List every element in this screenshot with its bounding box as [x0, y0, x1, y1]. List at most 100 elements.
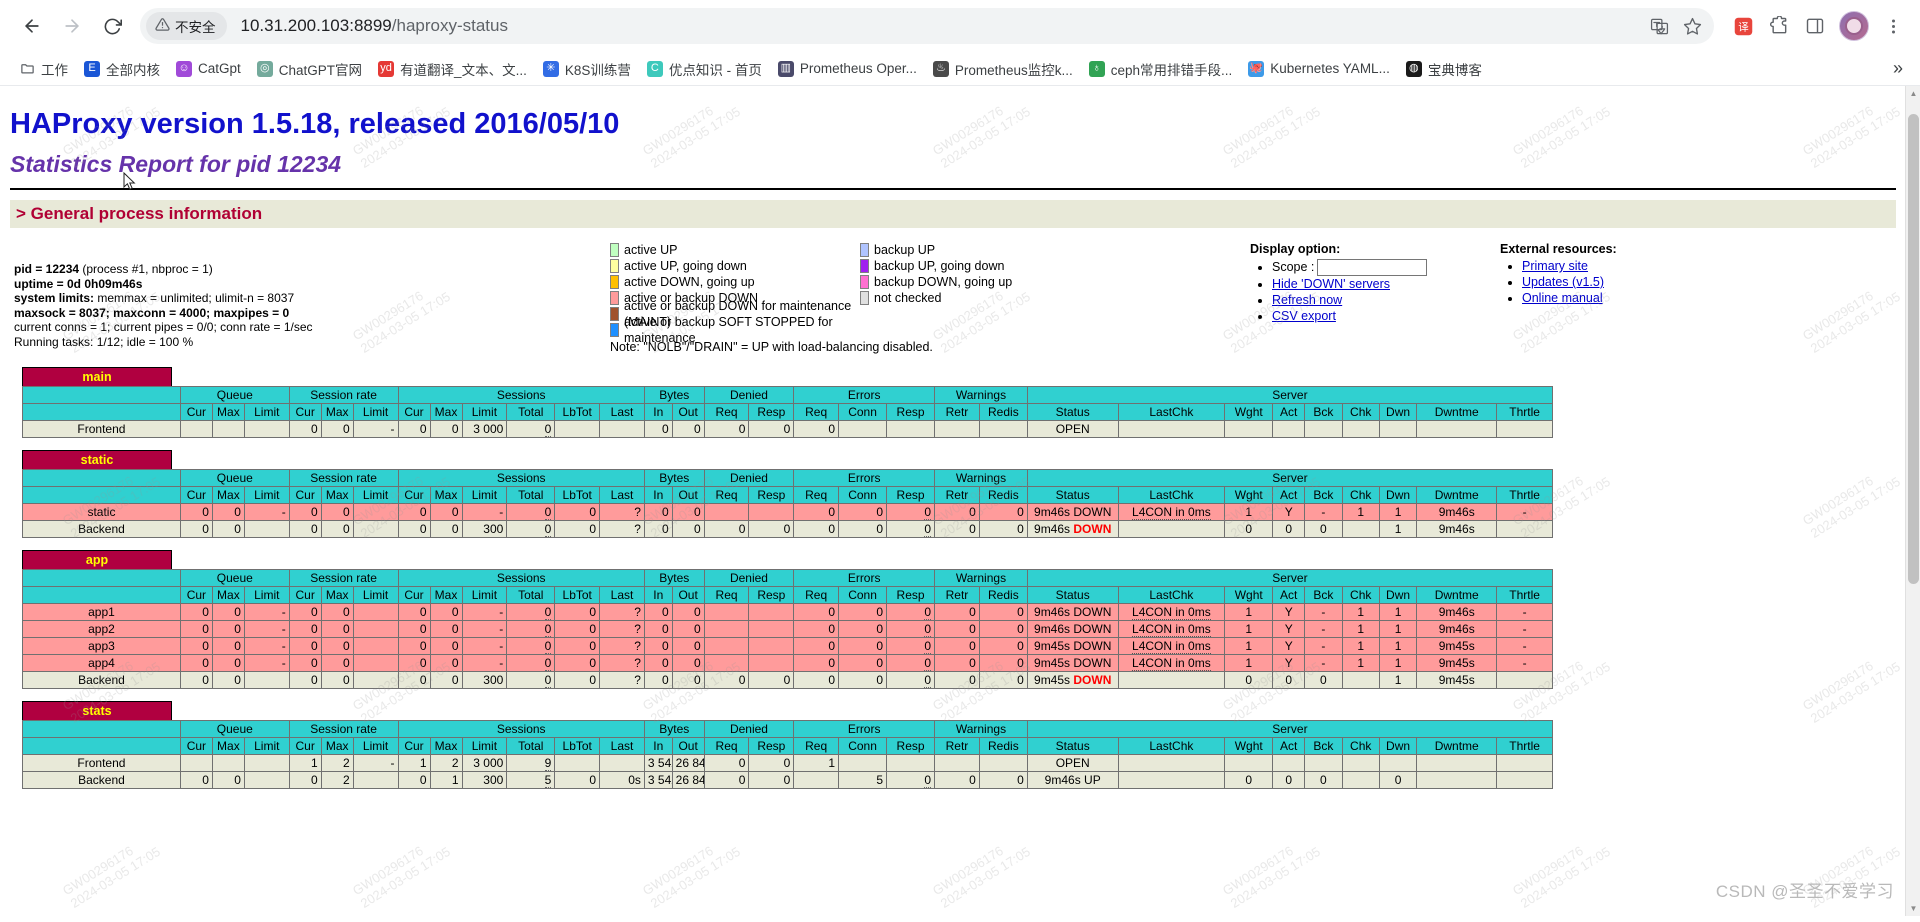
server-cell: [1496, 754, 1553, 772]
column-header: Total: [506, 586, 556, 604]
row-label-cell: app3: [22, 637, 181, 655]
bookmarks-overflow-button[interactable]: »: [1884, 55, 1912, 83]
metric-cell: 0: [179, 520, 213, 538]
bookmark-item[interactable]: 工作: [12, 55, 75, 83]
bookmark-item[interactable]: ▥ Prometheus Oper...: [771, 57, 924, 81]
book-icon: ▥: [777, 60, 794, 77]
bookmark-item[interactable]: E 全部内核: [77, 55, 167, 83]
bookmark-item[interactable]: ◎ ChatGPT官网: [250, 55, 369, 83]
online-manual-link[interactable]: Online manual: [1522, 291, 1603, 305]
online-manual-item[interactable]: Online manual: [1522, 291, 1720, 306]
column-header: Max: [320, 586, 354, 604]
bookmark-item[interactable]: ☺ CatGpt: [169, 57, 248, 81]
page-scrollbar[interactable]: ▲ ▼: [1905, 86, 1920, 916]
scope-input[interactable]: [1317, 259, 1428, 276]
metric-cell: [748, 637, 795, 655]
page-content: HAProxy version 1.5.18, released 2016/05…: [0, 86, 1906, 789]
metric-cell: 0: [320, 603, 354, 621]
metric-cell: 0: [748, 420, 795, 438]
forward-button[interactable]: [54, 8, 90, 44]
bookmark-item[interactable]: C 优点知识 - 首页: [640, 55, 769, 83]
hide-down-servers-item[interactable]: Hide 'DOWN' servers: [1272, 277, 1500, 292]
bookmark-item[interactable]: ♁ ceph常用排错手段...: [1082, 55, 1240, 83]
server-cell: 1: [1341, 503, 1380, 521]
metric-cell: ?: [599, 603, 645, 621]
scrollbar-thumb[interactable]: [1908, 114, 1919, 584]
bookmark-item[interactable]: 🐙 Kubernetes YAML...: [1241, 57, 1397, 81]
refresh-now-item[interactable]: Refresh now: [1272, 293, 1500, 308]
column-header: Out: [671, 486, 705, 504]
metric-cell: 0: [934, 671, 980, 689]
column-header: Cur: [288, 586, 322, 604]
column-group-header: Denied: [703, 569, 795, 587]
updates-link[interactable]: Updates (v1.5): [1522, 275, 1604, 289]
lastchk-tooltip[interactable]: L4CON in 0ms: [1132, 622, 1211, 637]
translate-icon[interactable]: [1650, 17, 1669, 36]
metric-cell: [243, 771, 290, 789]
primary-site-link[interactable]: Primary site: [1522, 259, 1588, 273]
scroll-up-arrow-icon[interactable]: ▲: [1906, 86, 1920, 101]
side-panel-icon[interactable]: [1798, 9, 1832, 43]
star-icon[interactable]: [1683, 17, 1702, 36]
status-cell: 9m46s DOWN: [1026, 620, 1119, 638]
server-cell: 9m46s: [1416, 603, 1498, 621]
column-header: Thrtle: [1496, 403, 1553, 421]
bookmark-item[interactable]: ✳ K8S训练营: [536, 55, 638, 83]
three-dot-menu-icon[interactable]: [1876, 9, 1910, 43]
column-header: [22, 486, 181, 504]
lastchk-tooltip[interactable]: L4CON in 0ms: [1132, 656, 1211, 671]
process-info-value: Running tasks: 1/12; idle = 100 %: [14, 334, 194, 349]
column-header: Resp: [886, 586, 936, 604]
metric-cell: 0: [703, 420, 750, 438]
bookmark-item[interactable]: ◍ 宝典博客: [1399, 55, 1489, 83]
kubernetes-icon: ✳: [542, 60, 559, 77]
bookmark-item[interactable]: ♨ Prometheus监控k...: [926, 55, 1080, 83]
scroll-down-arrow-icon[interactable]: ▼: [1906, 901, 1920, 916]
column-header: Bck: [1304, 403, 1343, 421]
primary-site-item[interactable]: Primary site: [1522, 259, 1720, 274]
server-cell: [1416, 420, 1498, 438]
column-group-header: Server: [1026, 720, 1554, 738]
metric-cell: 0: [793, 420, 840, 438]
avatar[interactable]: [1839, 11, 1869, 41]
legend-color-swatch: [610, 275, 619, 289]
metric-cell: [352, 520, 399, 538]
display-option-panel: Display option: Scope : Hide 'DOWN' serv…: [1250, 242, 1500, 325]
url-display[interactable]: 10.31.200.103:8899/haproxy-status: [241, 16, 509, 36]
bookmark-item[interactable]: yd 有道翻译_文本、文...: [371, 55, 534, 83]
status-cell: OPEN: [1026, 754, 1119, 772]
reload-button[interactable]: [94, 8, 130, 44]
metric-cell: 0: [429, 620, 463, 638]
security-status-chip[interactable]: 不安全: [146, 12, 227, 40]
translate-extension-icon[interactable]: 译: [1726, 9, 1760, 43]
metric-cell: 0: [397, 420, 431, 438]
column-group-header: Queue: [179, 469, 290, 487]
metric-cell: [886, 420, 936, 438]
metric-cell: 0: [886, 520, 936, 538]
metric-cell: 0: [748, 754, 795, 772]
column-header: Last: [599, 737, 645, 755]
column-header: Resp: [886, 737, 936, 755]
legend-item: active UP: [610, 242, 860, 258]
refresh-now-link[interactable]: Refresh now: [1272, 293, 1342, 307]
hide-down-servers-link[interactable]: Hide 'DOWN' servers: [1272, 277, 1390, 291]
metric-cell: 0: [554, 671, 601, 689]
server-cell: -: [1304, 503, 1343, 521]
csv-export-item[interactable]: CSV export: [1272, 309, 1500, 324]
csv-export-link[interactable]: CSV export: [1272, 309, 1336, 323]
back-button[interactable]: [14, 8, 50, 44]
lastchk-tooltip[interactable]: L4CON in 0ms: [1132, 639, 1211, 654]
server-cell: [1416, 754, 1498, 772]
extensions-icon[interactable]: [1762, 9, 1796, 43]
metric-cell: -: [461, 654, 508, 672]
updates-item[interactable]: Updates (v1.5): [1522, 275, 1720, 290]
process-info-line: maxsock = 8037; maxconn = 4000; maxpipes…: [14, 306, 610, 321]
metric-cell: 0: [179, 671, 213, 689]
server-cell: 1: [1378, 603, 1418, 621]
lastchk-tooltip[interactable]: L4CON in 0ms: [1132, 505, 1211, 520]
lastchk-tooltip[interactable]: L4CON in 0ms: [1132, 605, 1211, 620]
watermark-tile: GW00296176 2024-03-05 17:05: [1219, 842, 1323, 911]
legend-note: Note: "NOLB"/"DRAIN" = UP with load-bala…: [610, 340, 933, 354]
server-cell: 1: [1378, 503, 1418, 521]
address-bar[interactable]: 不安全 10.31.200.103:8899/haproxy-status: [140, 8, 1714, 44]
